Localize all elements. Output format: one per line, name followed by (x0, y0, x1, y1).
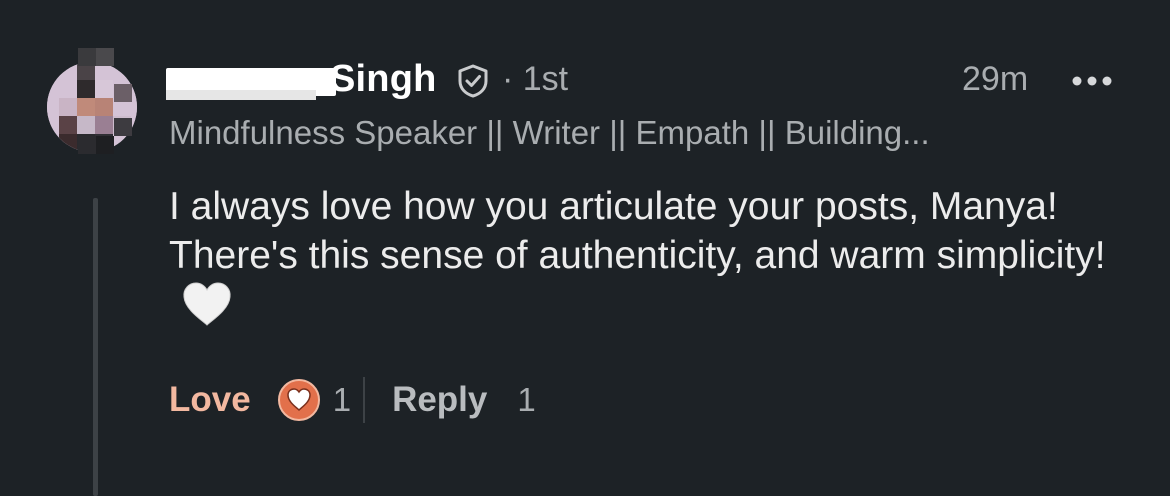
timestamp: 29m (962, 60, 1029, 98)
comment-body: I always love how you articulate your po… (169, 182, 1129, 330)
author-headline[interactable]: Mindfulness Speaker || Writer || Empath … (169, 114, 1049, 152)
comment-text: I always love how you articulate your po… (169, 185, 1106, 277)
white-heart-icon (183, 282, 231, 326)
more-options-icon[interactable] (1070, 66, 1114, 96)
author-name[interactable]: Singh (330, 58, 437, 101)
connection-degree: · 1st (502, 60, 569, 98)
love-button[interactable]: Love (169, 380, 251, 420)
thread-line (93, 198, 98, 496)
action-divider (363, 377, 366, 423)
reaction-count[interactable]: 1 (333, 381, 351, 419)
love-reaction-icon[interactable] (277, 378, 321, 422)
comment-actions: Love 1 Reply 1 (169, 376, 536, 424)
redacted-name (166, 68, 336, 100)
verified-shield-icon (458, 64, 488, 98)
reply-count[interactable]: 1 (517, 381, 535, 419)
reply-button[interactable]: Reply (392, 380, 487, 420)
